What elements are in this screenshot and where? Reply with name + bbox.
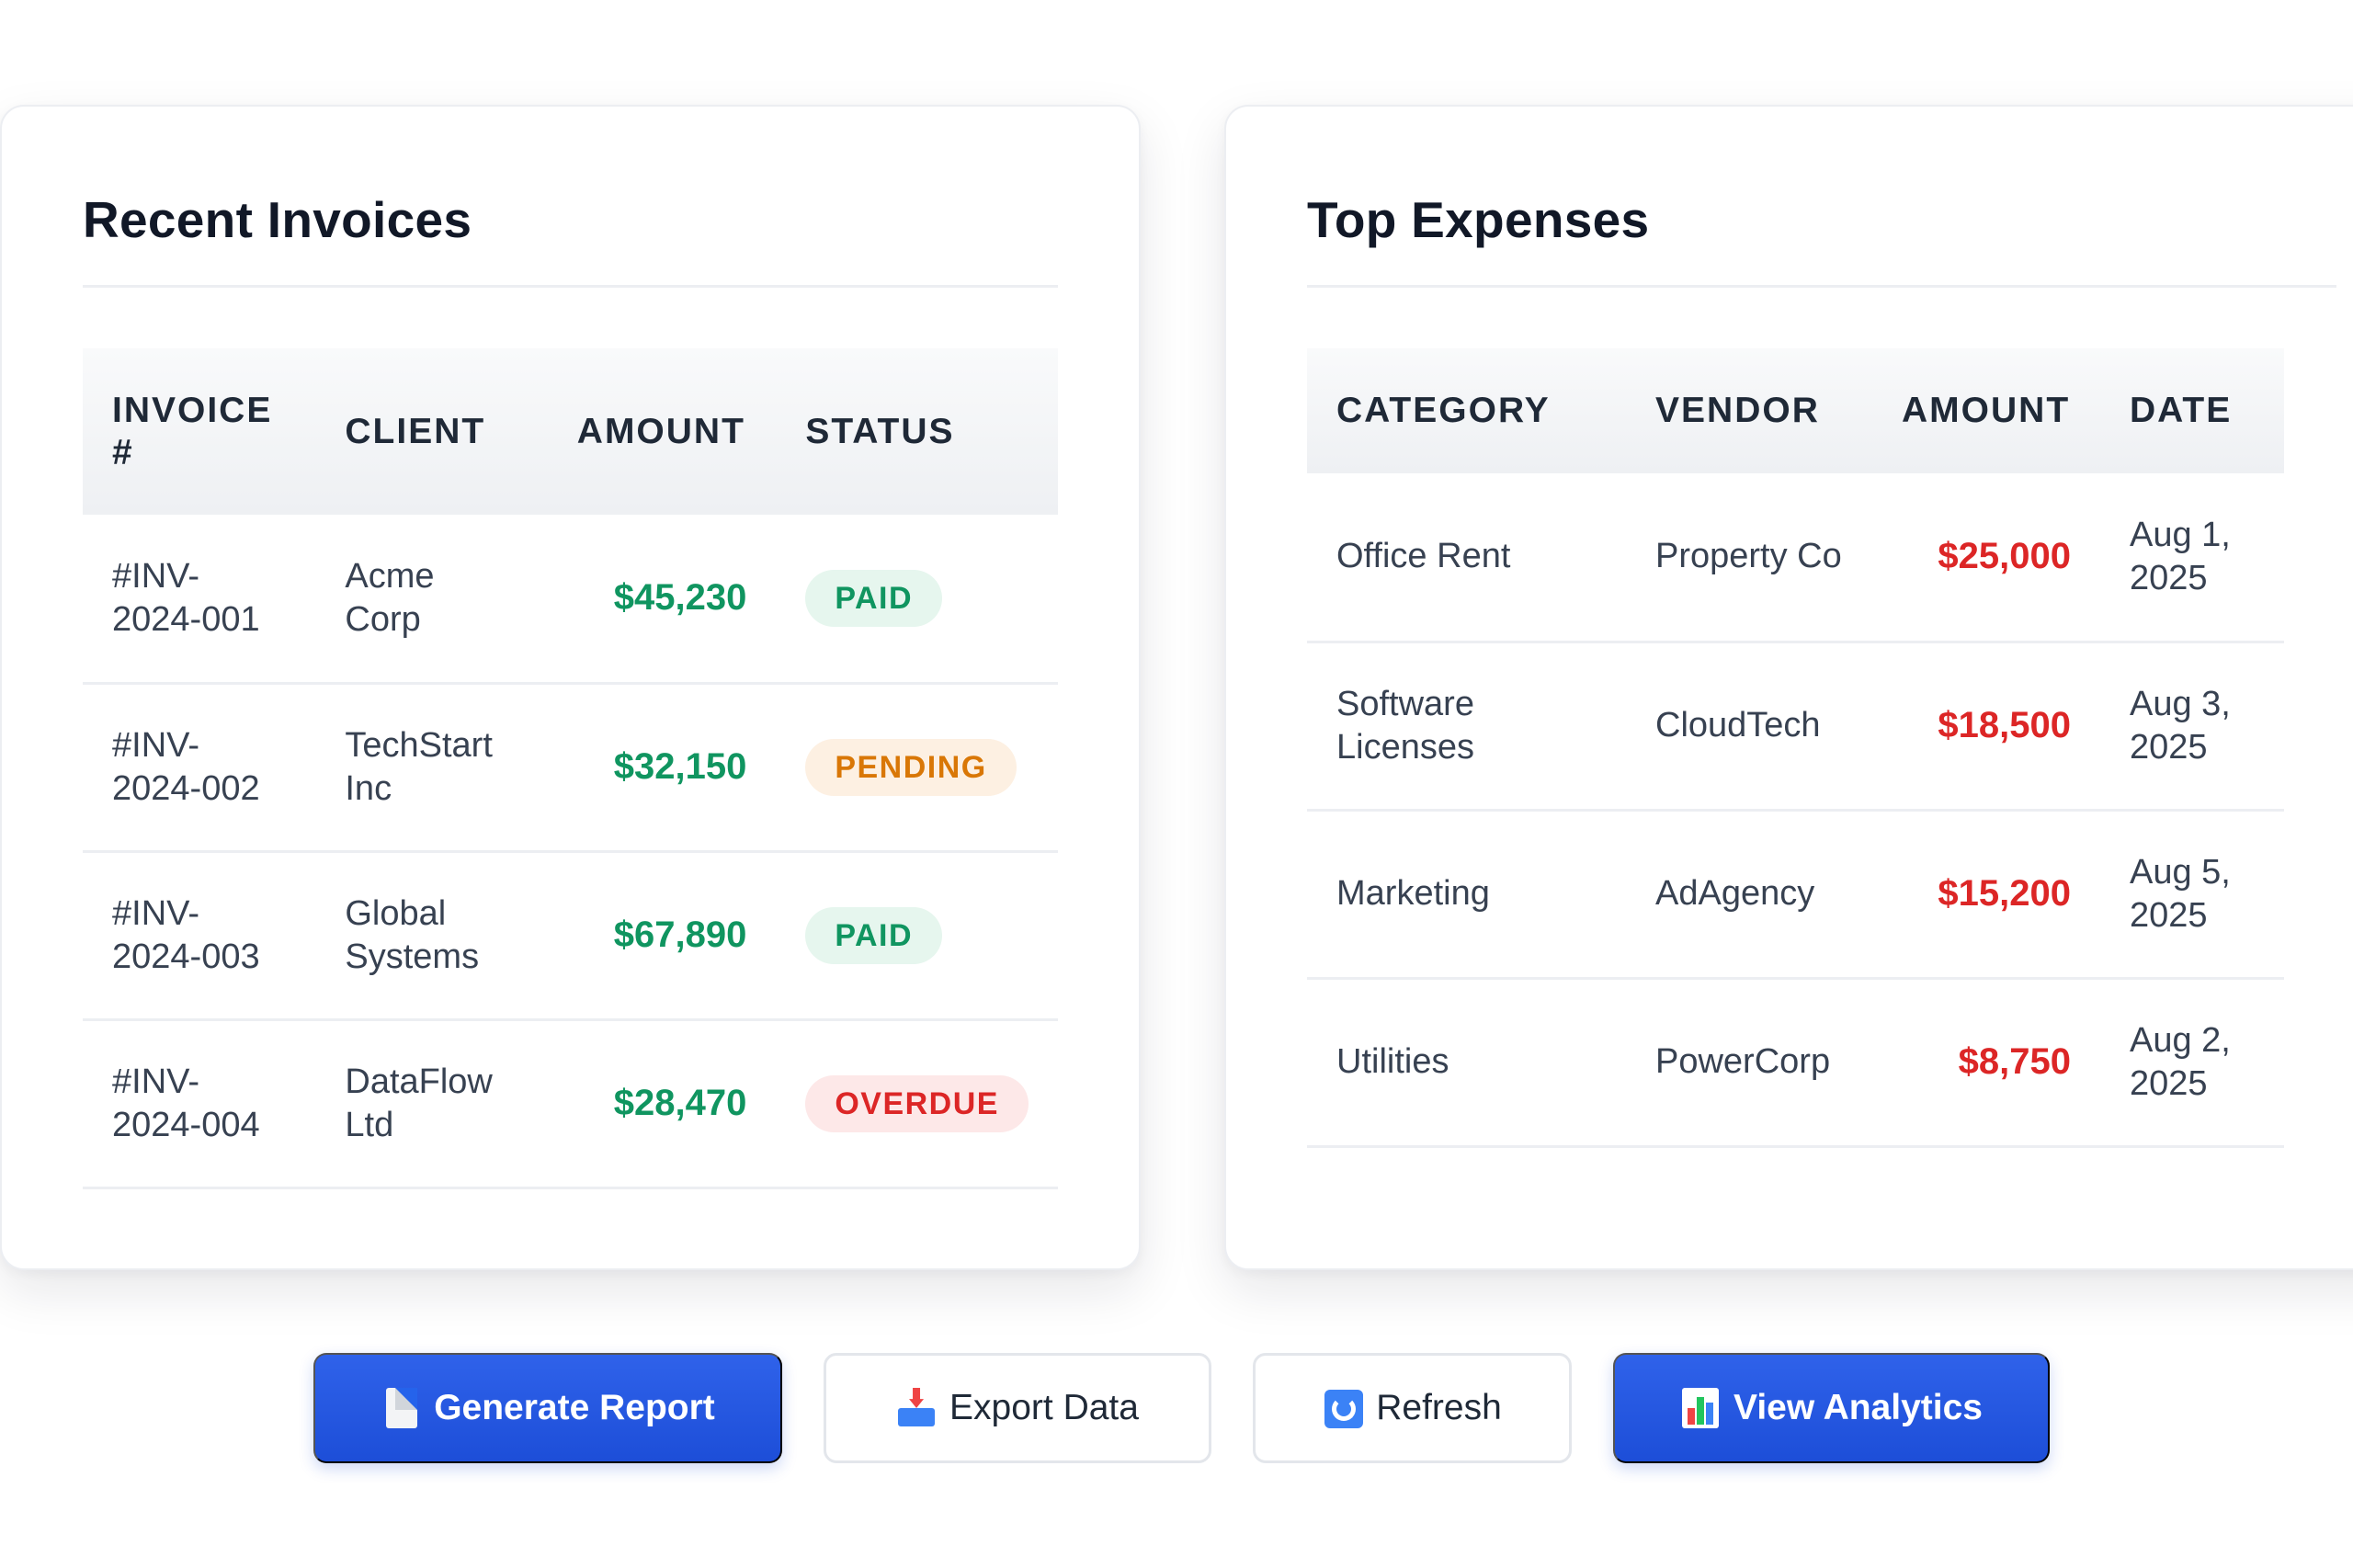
expense-vendor: PowerCorp [1626, 978, 1872, 1148]
refresh-button[interactable]: Refresh [1253, 1353, 1572, 1463]
refresh-icon [1323, 1386, 1364, 1430]
table-row[interactable]: Marketing AdAgency $15,200 Aug 5, 2025 [1307, 810, 2284, 980]
column-header-category[interactable]: CATEGORY [1307, 348, 1626, 473]
view-analytics-label: View Analytics [1733, 1388, 1983, 1427]
status-badge: PAID [805, 569, 943, 627]
expense-amount: $15,200 [1872, 810, 2100, 980]
client-name: DataFlow Ltd [315, 1019, 548, 1189]
client-name: Acme Corp [315, 515, 548, 685]
title-divider [1307, 285, 2336, 288]
table-row[interactable]: Office Rent Property Co $25,000 Aug 1, 2… [1307, 473, 2284, 643]
expense-category: Software Licenses [1307, 642, 1626, 812]
invoice-number: #INV-2024-004 [83, 1019, 316, 1189]
expense-date: Aug 1, 2025 [2100, 473, 2284, 643]
expense-vendor: CloudTech [1626, 642, 1872, 812]
table-row[interactable]: Utilities PowerCorp $8,750 Aug 2, 2025 [1307, 978, 2284, 1148]
column-header-amount[interactable]: AMOUNT [547, 348, 777, 515]
invoice-number: #INV-2024-003 [83, 851, 316, 1021]
column-header-amount[interactable]: AMOUNT [1872, 348, 2100, 473]
table-row[interactable]: #INV-2024-004 DataFlow Ltd $28,470 OVERD… [83, 1019, 1058, 1189]
table-row[interactable]: #INV-2024-001 Acme Corp $45,230 PAID [83, 515, 1058, 685]
generate-report-button[interactable]: Generate Report [313, 1353, 782, 1463]
recent-invoices-title: Recent Invoices [83, 191, 472, 248]
expense-category: Office Rent [1307, 473, 1626, 643]
export-data-button[interactable]: Export Data [824, 1353, 1211, 1463]
table-row[interactable]: Software Licenses CloudTech $18,500 Aug … [1307, 642, 2284, 812]
top-expenses-card: Top Expenses CATEGORY VENDOR AMOUNT DATE… [1224, 105, 2353, 1270]
status-badge: PENDING [805, 738, 1017, 796]
invoice-amount: $45,230 [547, 515, 777, 685]
top-expenses-title: Top Expenses [1307, 191, 1650, 248]
recent-invoices-card: Recent Invoices INVOICE # CLIENT AMOUNT … [0, 105, 1141, 1270]
client-name: Global Systems [315, 851, 548, 1021]
invoice-amount: $28,470 [547, 1019, 777, 1189]
export-data-label: Export Data [949, 1388, 1139, 1427]
table-row[interactable]: #INV-2024-003 Global Systems $67,890 PAI… [83, 851, 1058, 1021]
table-row[interactable]: #INV-2024-002 TechStart Inc $32,150 PEND… [83, 683, 1058, 853]
invoice-number: #INV-2024-001 [83, 515, 316, 685]
column-header-client[interactable]: CLIENT [315, 348, 548, 515]
invoices-table: INVOICE # CLIENT AMOUNT STATUS #INV-2024… [83, 348, 1058, 1189]
expense-category: Utilities [1307, 978, 1626, 1148]
client-name: TechStart Inc [315, 683, 548, 853]
document-icon [381, 1386, 421, 1430]
invoices-header-row: INVOICE # CLIENT AMOUNT STATUS [83, 348, 1058, 515]
column-header-date[interactable]: DATE [2100, 348, 2284, 473]
expense-date: Aug 3, 2025 [2100, 642, 2284, 812]
expense-date: Aug 2, 2025 [2100, 978, 2284, 1148]
column-header-invoice[interactable]: INVOICE # [83, 348, 316, 515]
expense-vendor: Property Co [1626, 473, 1872, 643]
finance-dashboard: Recent Invoices INVOICE # CLIENT AMOUNT … [0, 0, 2353, 1568]
bar-chart-icon [1680, 1386, 1721, 1430]
expense-vendor: AdAgency [1626, 810, 1872, 980]
generate-report-label: Generate Report [434, 1388, 715, 1427]
expense-amount: $18,500 [1872, 642, 2100, 812]
expense-amount: $8,750 [1872, 978, 2100, 1148]
invoice-amount: $32,150 [547, 683, 777, 853]
expenses-table: CATEGORY VENDOR AMOUNT DATE Office Rent … [1307, 348, 2284, 1148]
invoice-number: #INV-2024-002 [83, 683, 316, 853]
inbox-tray-icon [896, 1386, 937, 1430]
column-header-vendor[interactable]: VENDOR [1626, 348, 1872, 473]
column-header-status[interactable]: STATUS [776, 348, 1058, 515]
expense-amount: $25,000 [1872, 473, 2100, 643]
expenses-header-row: CATEGORY VENDOR AMOUNT DATE [1307, 348, 2284, 473]
status-badge: OVERDUE [805, 1074, 1029, 1132]
expense-date: Aug 5, 2025 [2100, 810, 2284, 980]
refresh-label: Refresh [1376, 1388, 1502, 1427]
title-divider [83, 285, 1058, 288]
status-badge: PAID [805, 906, 943, 964]
invoice-amount: $67,890 [547, 851, 777, 1021]
view-analytics-button[interactable]: View Analytics [1613, 1353, 2050, 1463]
expense-category: Marketing [1307, 810, 1626, 980]
